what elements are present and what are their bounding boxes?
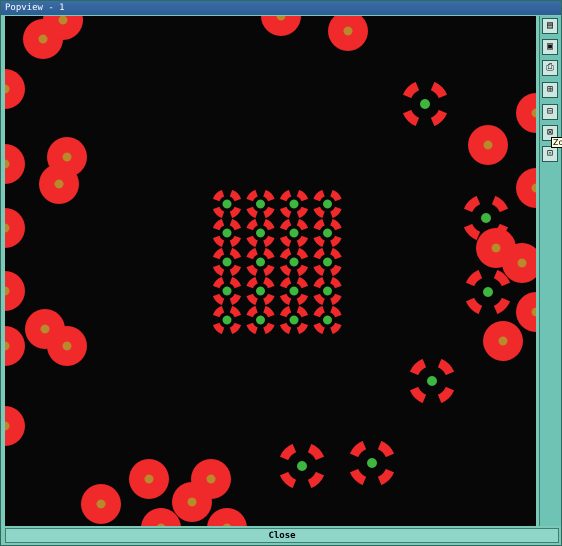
round-pad (516, 292, 536, 332)
grid-via (246, 218, 275, 248)
tool-print-icon[interactable]: ⎙ (542, 60, 558, 76)
round-pad (39, 164, 79, 204)
tooltip: Zo (551, 137, 562, 148)
side-toolbar: ▤ ▣ ⎙ ⊞ ⊟ ⊠ ⊡ (539, 16, 561, 526)
board-view (5, 16, 536, 526)
round-pad (516, 168, 536, 208)
tool-zoom-out-icon[interactable]: ⊟ (542, 104, 558, 120)
round-pad (516, 93, 536, 133)
thermal-via (409, 358, 455, 404)
round-pad (483, 321, 523, 361)
thermal-via (279, 443, 325, 489)
grid-via (313, 189, 342, 219)
grid-via (212, 189, 242, 219)
grid-via (246, 276, 275, 306)
round-pad (468, 125, 508, 165)
window-title: Popview - 1 (1, 1, 561, 15)
grid-via (246, 189, 275, 219)
round-pad (5, 208, 25, 248)
grid-via (212, 218, 242, 248)
thermal-via (349, 440, 395, 486)
popview-window: Popview - 1 ▤ ▣ ⎙ ⊞ ⊟ ⊠ ⊡ Zo Close (0, 0, 562, 546)
tool-zoom-in-icon[interactable]: ⊞ (542, 82, 558, 98)
grid-via (212, 305, 242, 335)
round-pad (5, 144, 25, 184)
grid-via (279, 305, 309, 335)
round-pad (172, 482, 212, 522)
layout-canvas[interactable] (5, 16, 536, 526)
grid-via (313, 276, 342, 306)
grid-via (279, 276, 309, 306)
close-bar: Close (5, 528, 559, 543)
grid-via (313, 305, 342, 335)
grid-via (279, 247, 309, 277)
close-button[interactable]: Close (6, 529, 558, 542)
grid-via (313, 247, 342, 277)
grid-via (212, 247, 242, 277)
round-pad (5, 69, 25, 109)
round-pad (47, 326, 87, 366)
tool-properties-icon[interactable]: ▤ (542, 18, 558, 34)
grid-via (246, 305, 275, 335)
round-pad (81, 484, 121, 524)
round-pad (328, 16, 368, 51)
round-pad (261, 16, 301, 36)
thermal-via (465, 269, 511, 315)
round-pad (5, 406, 25, 446)
thermal-via (402, 81, 448, 127)
tool-zoom-box-icon[interactable]: ⊡ (542, 146, 558, 162)
grid-via (246, 247, 275, 277)
grid-via (279, 218, 309, 248)
grid-via (279, 189, 309, 219)
round-pad (129, 459, 169, 499)
tool-window-icon[interactable]: ▣ (542, 39, 558, 55)
round-pad (5, 271, 25, 311)
round-pad (5, 326, 25, 366)
grid-via (212, 276, 242, 306)
grid-via (313, 218, 342, 248)
round-pad (207, 508, 247, 526)
